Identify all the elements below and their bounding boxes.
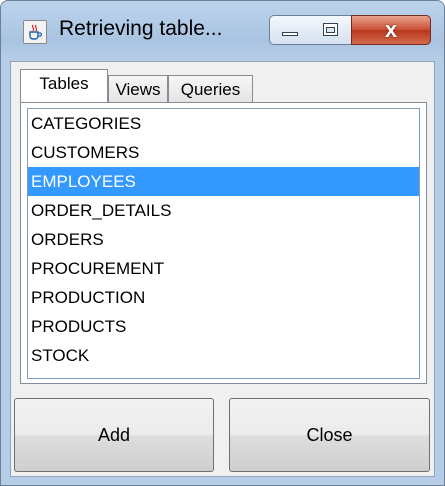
list-item[interactable]: CUSTOMERS — [28, 138, 419, 167]
dialog-window: Retrieving table... x Tables Views Queri… — [0, 0, 445, 486]
list-item[interactable]: STOCK — [28, 341, 419, 370]
list-item[interactable]: ORDER_DETAILS — [28, 196, 419, 225]
tab-tables[interactable]: Tables — [20, 69, 108, 102]
window-title: Retrieving table... — [59, 17, 223, 40]
list-item[interactable]: CATEGORIES — [28, 109, 419, 138]
close-icon: x — [384, 17, 398, 42]
minimize-icon — [282, 32, 298, 36]
maximize-icon — [323, 23, 338, 36]
close-button[interactable]: Close — [229, 398, 430, 472]
tab-views[interactable]: Views — [108, 75, 168, 102]
list-item[interactable]: ORDERS — [28, 225, 419, 254]
tab-queries[interactable]: Queries — [168, 75, 253, 102]
table-list[interactable]: CATEGORIES CUSTOMERS EMPLOYEES ORDER_DET… — [27, 108, 420, 379]
list-item[interactable]: PROCUREMENT — [28, 254, 419, 283]
title-bar[interactable]: Retrieving table... x — [1, 1, 444, 61]
close-window-button[interactable]: x — [351, 15, 431, 45]
list-item-selected[interactable]: EMPLOYEES — [28, 167, 419, 196]
list-item[interactable]: PRODUCTION — [28, 283, 419, 312]
java-cup-icon — [23, 20, 47, 44]
maximize-button[interactable] — [310, 15, 352, 45]
dialog-content: Tables Views Queries CATEGORIES CUSTOMER… — [10, 61, 435, 477]
minimize-button[interactable] — [269, 15, 311, 45]
add-button[interactable]: Add — [14, 398, 214, 472]
tab-panel: CATEGORIES CUSTOMERS EMPLOYEES ORDER_DET… — [20, 102, 427, 384]
list-item[interactable]: PRODUCTS — [28, 312, 419, 341]
